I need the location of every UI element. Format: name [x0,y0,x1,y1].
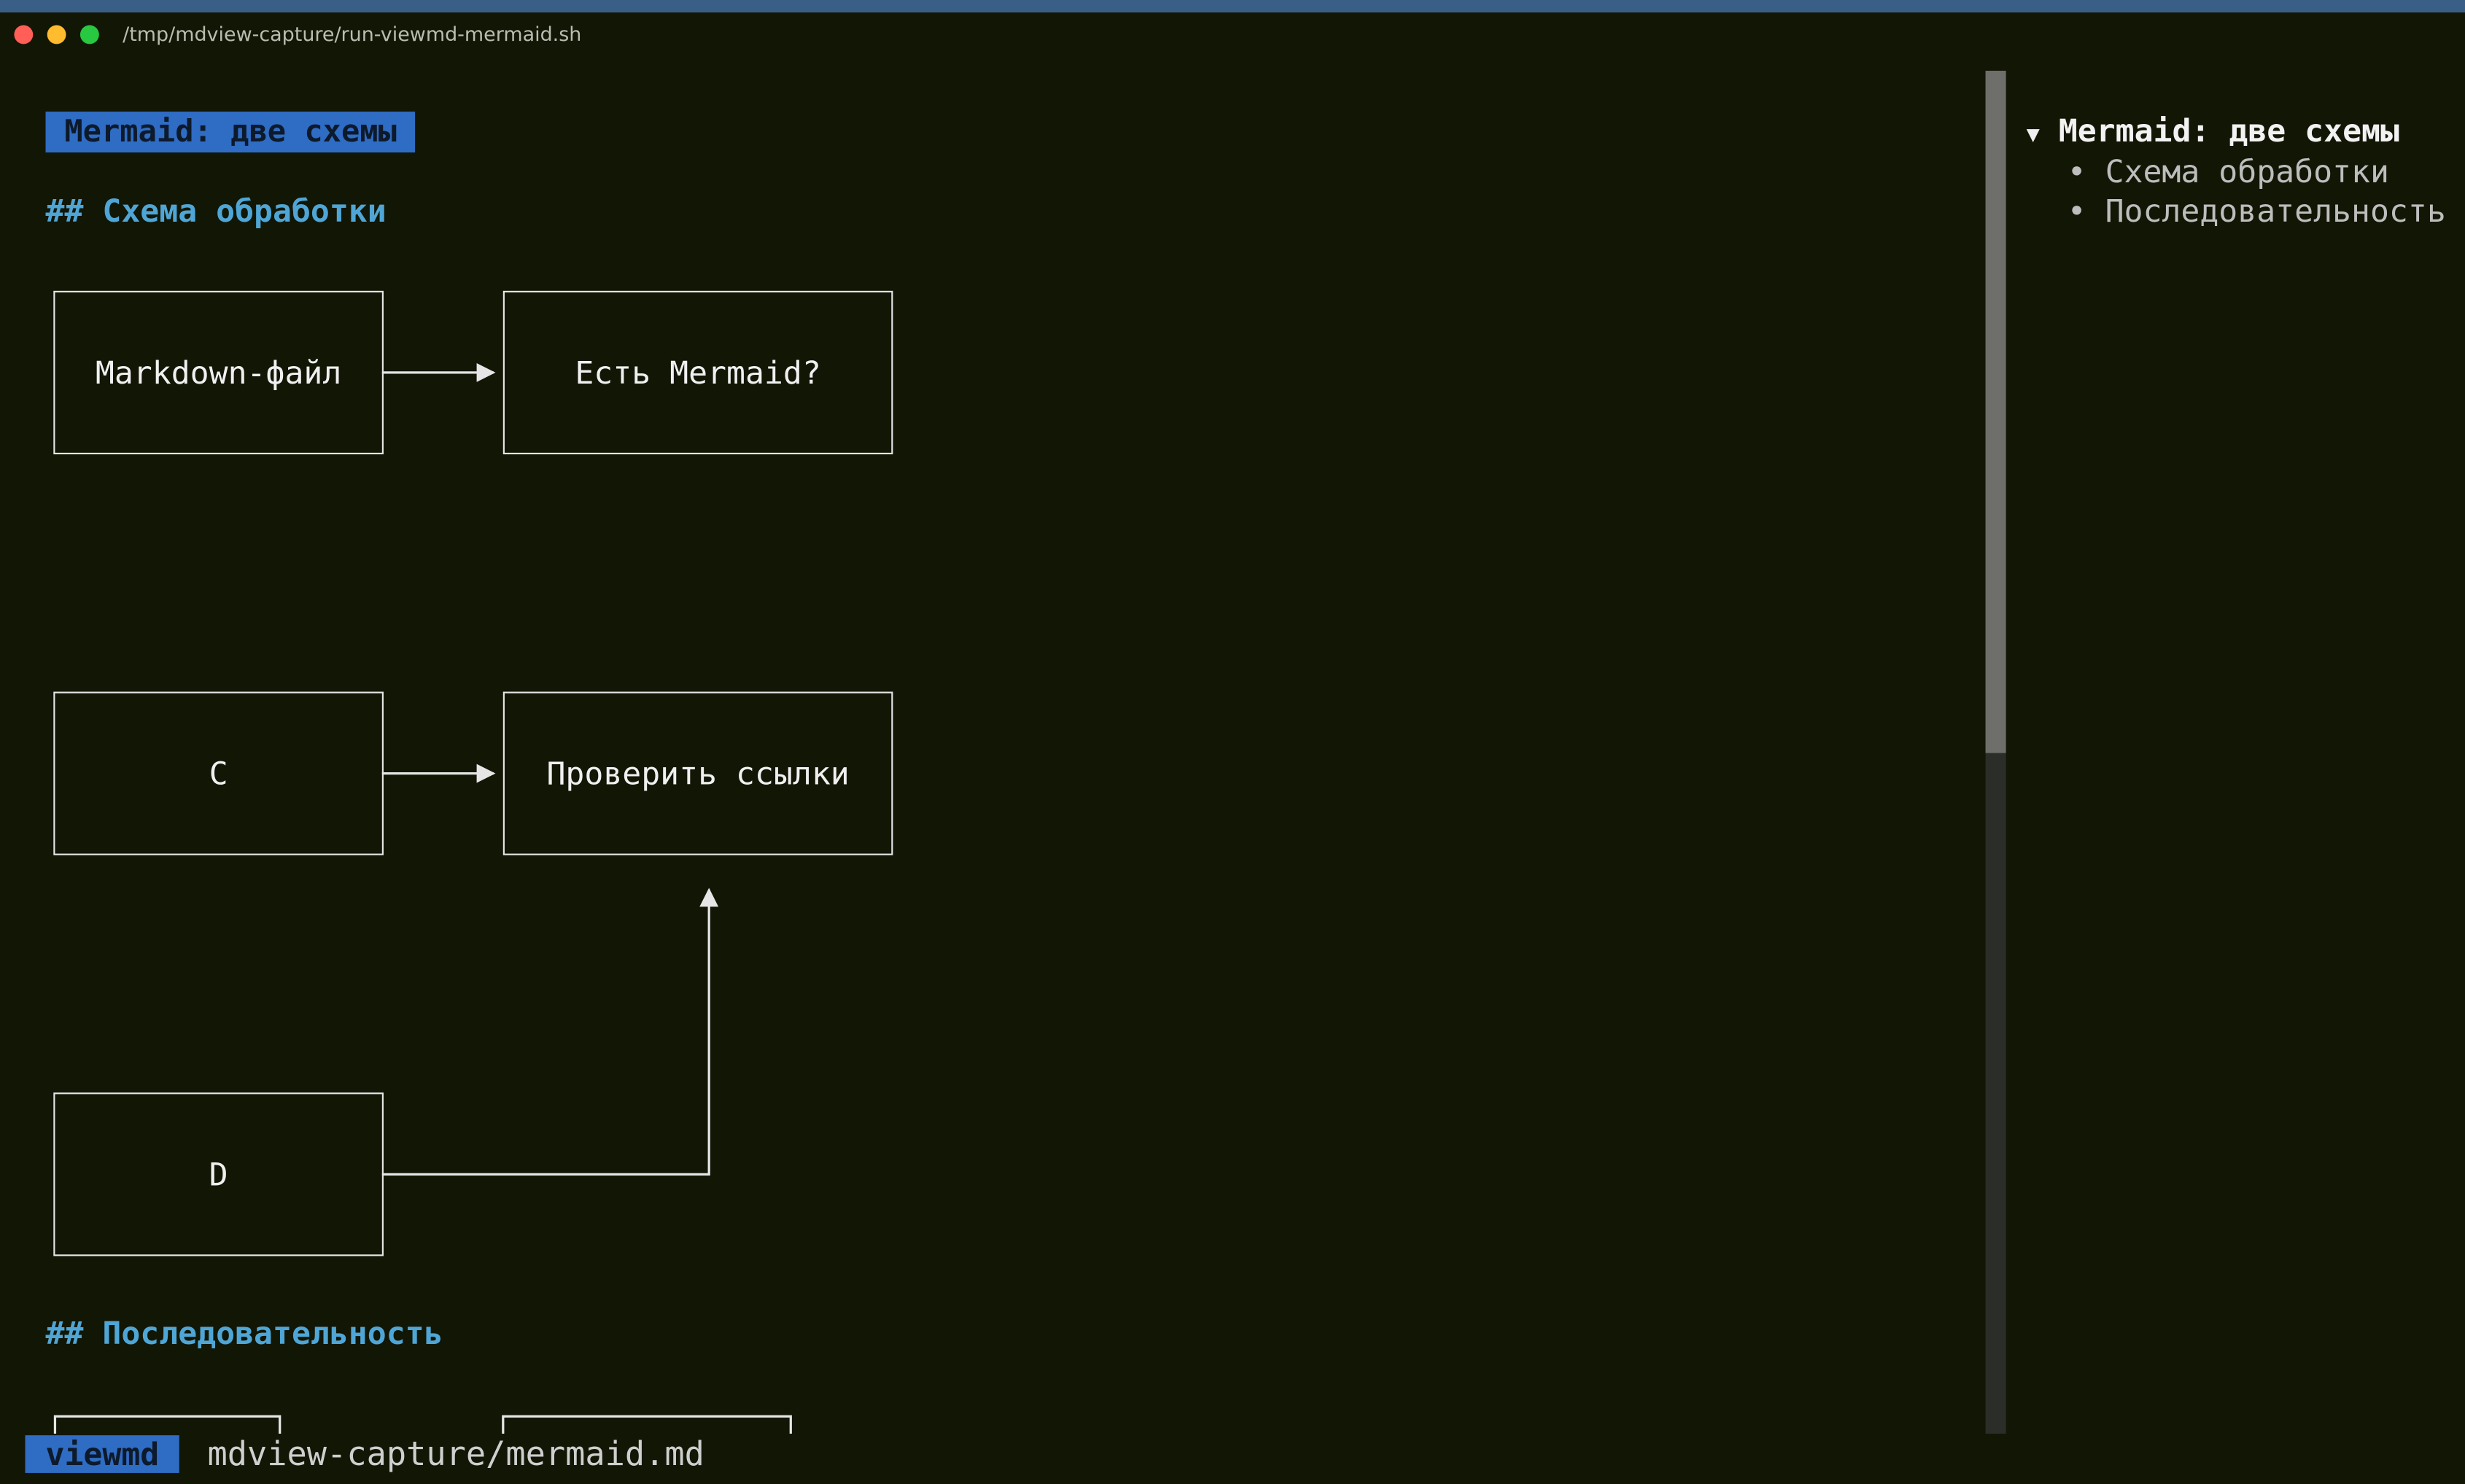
node-check-links: Проверить ссылки [502,691,893,855]
toc-item-label[interactable]: Последовательность [2105,192,2446,230]
next-diagram-box-right [502,1415,792,1434]
bullet-icon: • [2067,152,2086,190]
toc-item-label[interactable]: Схема обработки [2105,152,2389,190]
toc-item-sequence[interactable]: • Последовательность [2068,192,2446,230]
toc-title[interactable]: Mermaid: две схемы [2059,112,2399,149]
section-heading-sequence: ## Последовательность [45,1314,443,1352]
file-path: mdview-capture/mermaid.md [207,1435,704,1473]
node-has-mermaid: Есть Mermaid? [502,290,893,455]
edge-d-to-e [381,887,719,1176]
content-scrollbar[interactable] [1985,71,2006,1436]
toc-item-processing[interactable]: • Схема обработки [2068,152,2389,190]
bullet-icon: • [2067,191,2086,230]
node-c: C [53,691,384,855]
next-diagram-box-left [53,1415,282,1434]
scrollbar-thumb[interactable] [1985,71,2006,753]
node-d: D [53,1092,384,1256]
app-name-badge: viewmd [25,1435,180,1473]
toc-root[interactable]: ▼ Mermaid: две схемы [2027,112,2399,149]
node-markdown-file: Markdown-файл [53,290,384,455]
expand-arrow-icon[interactable]: ▼ [2027,123,2040,147]
